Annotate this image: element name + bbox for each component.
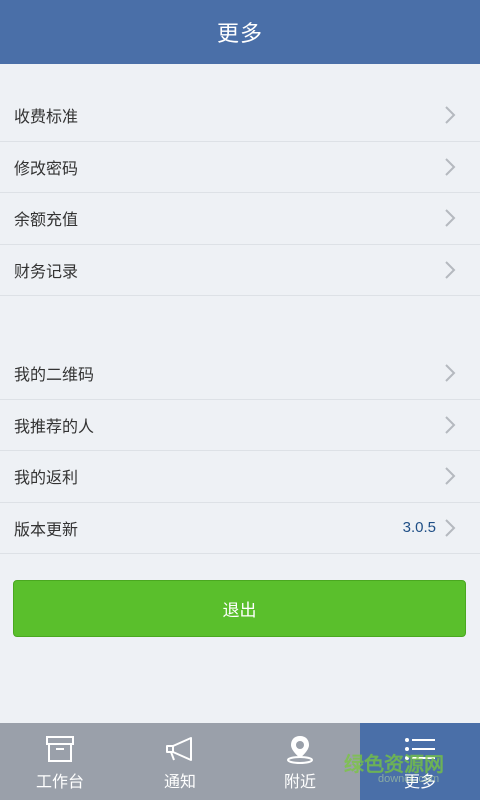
header-bar: 更多 <box>0 0 480 64</box>
chevron-right-icon <box>444 519 456 537</box>
tab-nearby[interactable]: 附近 <box>240 723 360 800</box>
settings-group-profile: 我的二维码 我推荐的人 我的返利 版本更新 3.0.5 <box>0 348 480 554</box>
tab-label: 工作台 <box>35 772 84 791</box>
menu-list-icon <box>403 733 437 765</box>
menu-item-recharge[interactable]: 余额充值 <box>0 193 480 245</box>
chevron-right-icon <box>444 158 456 176</box>
menu-item-my-qrcode[interactable]: 我的二维码 <box>0 348 480 400</box>
bottom-tab-bar: 工作台 通知 附近 更多 <box>0 723 480 800</box>
menu-item-version-update[interactable]: 版本更新 3.0.5 <box>0 503 480 554</box>
chevron-right-icon <box>444 467 456 485</box>
menu-item-label: 我的二维码 <box>14 365 95 385</box>
page-title: 更多 <box>216 22 263 47</box>
chevron-right-icon <box>444 364 456 382</box>
menu-item-my-rebates[interactable]: 我的返利 <box>0 451 480 503</box>
menu-item-label: 收费标准 <box>14 107 79 127</box>
tab-label: 通知 <box>163 772 196 791</box>
tab-notifications[interactable]: 通知 <box>120 723 240 800</box>
location-pin-icon <box>284 733 316 765</box>
chevron-right-icon <box>444 261 456 279</box>
menu-item-label: 余额充值 <box>14 210 79 230</box>
menu-item-finance-records[interactable]: 财务记录 <box>0 245 480 296</box>
version-value: 3.0.5 <box>402 519 436 537</box>
menu-item-label: 财务记录 <box>14 261 79 281</box>
chevron-right-icon <box>444 209 456 227</box>
menu-item-my-referrals[interactable]: 我推荐的人 <box>0 400 480 451</box>
tab-label: 附近 <box>283 772 316 791</box>
menu-item-fee-standard[interactable]: 收费标准 <box>0 90 480 142</box>
chevron-right-icon <box>444 416 456 434</box>
megaphone-icon <box>163 733 197 765</box>
menu-item-label: 我的返利 <box>14 468 79 488</box>
menu-item-label: 修改密码 <box>14 158 79 178</box>
tab-label: 更多 <box>403 772 436 791</box>
tab-workbench[interactable]: 工作台 <box>0 723 120 800</box>
logout-button[interactable]: 退出 <box>13 580 466 637</box>
settings-group-account: 收费标准 修改密码 余额充值 财务记录 <box>0 90 480 296</box>
archive-box-icon <box>45 733 75 765</box>
chevron-right-icon <box>444 106 456 124</box>
menu-item-label: 我推荐的人 <box>14 416 95 436</box>
menu-item-label: 版本更新 <box>14 519 79 539</box>
menu-item-change-password[interactable]: 修改密码 <box>0 142 480 193</box>
tab-more[interactable]: 更多 <box>360 723 480 800</box>
